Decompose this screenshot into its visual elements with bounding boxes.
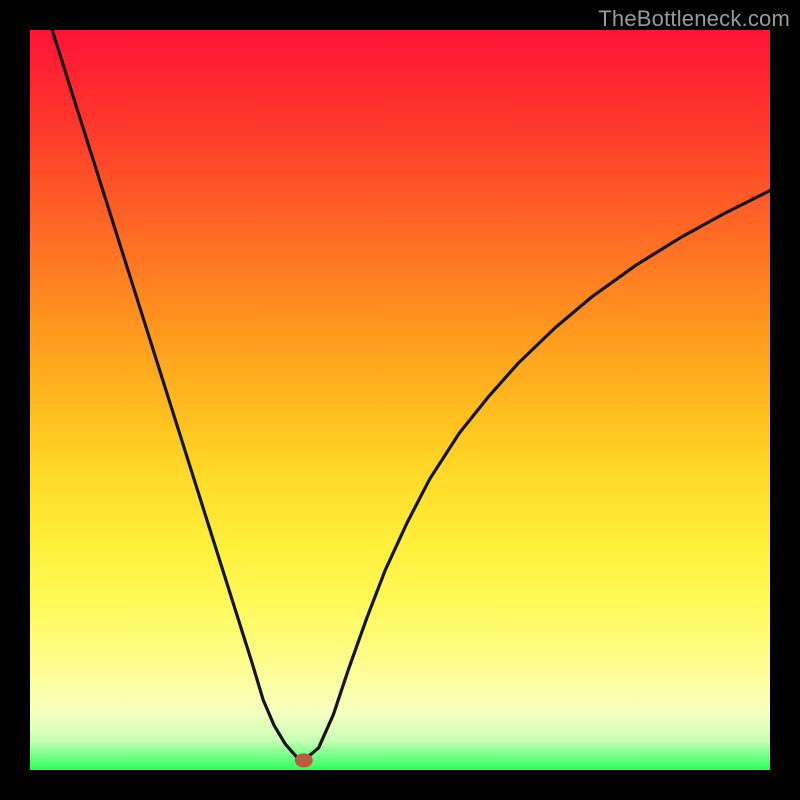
- watermark-text: TheBottleneck.com: [598, 6, 790, 32]
- curve-path: [52, 30, 770, 760]
- bottleneck-curve: [30, 30, 770, 770]
- chart-stage: TheBottleneck.com: [0, 0, 800, 800]
- minimum-marker: [295, 753, 313, 767]
- plot-area: [30, 30, 770, 770]
